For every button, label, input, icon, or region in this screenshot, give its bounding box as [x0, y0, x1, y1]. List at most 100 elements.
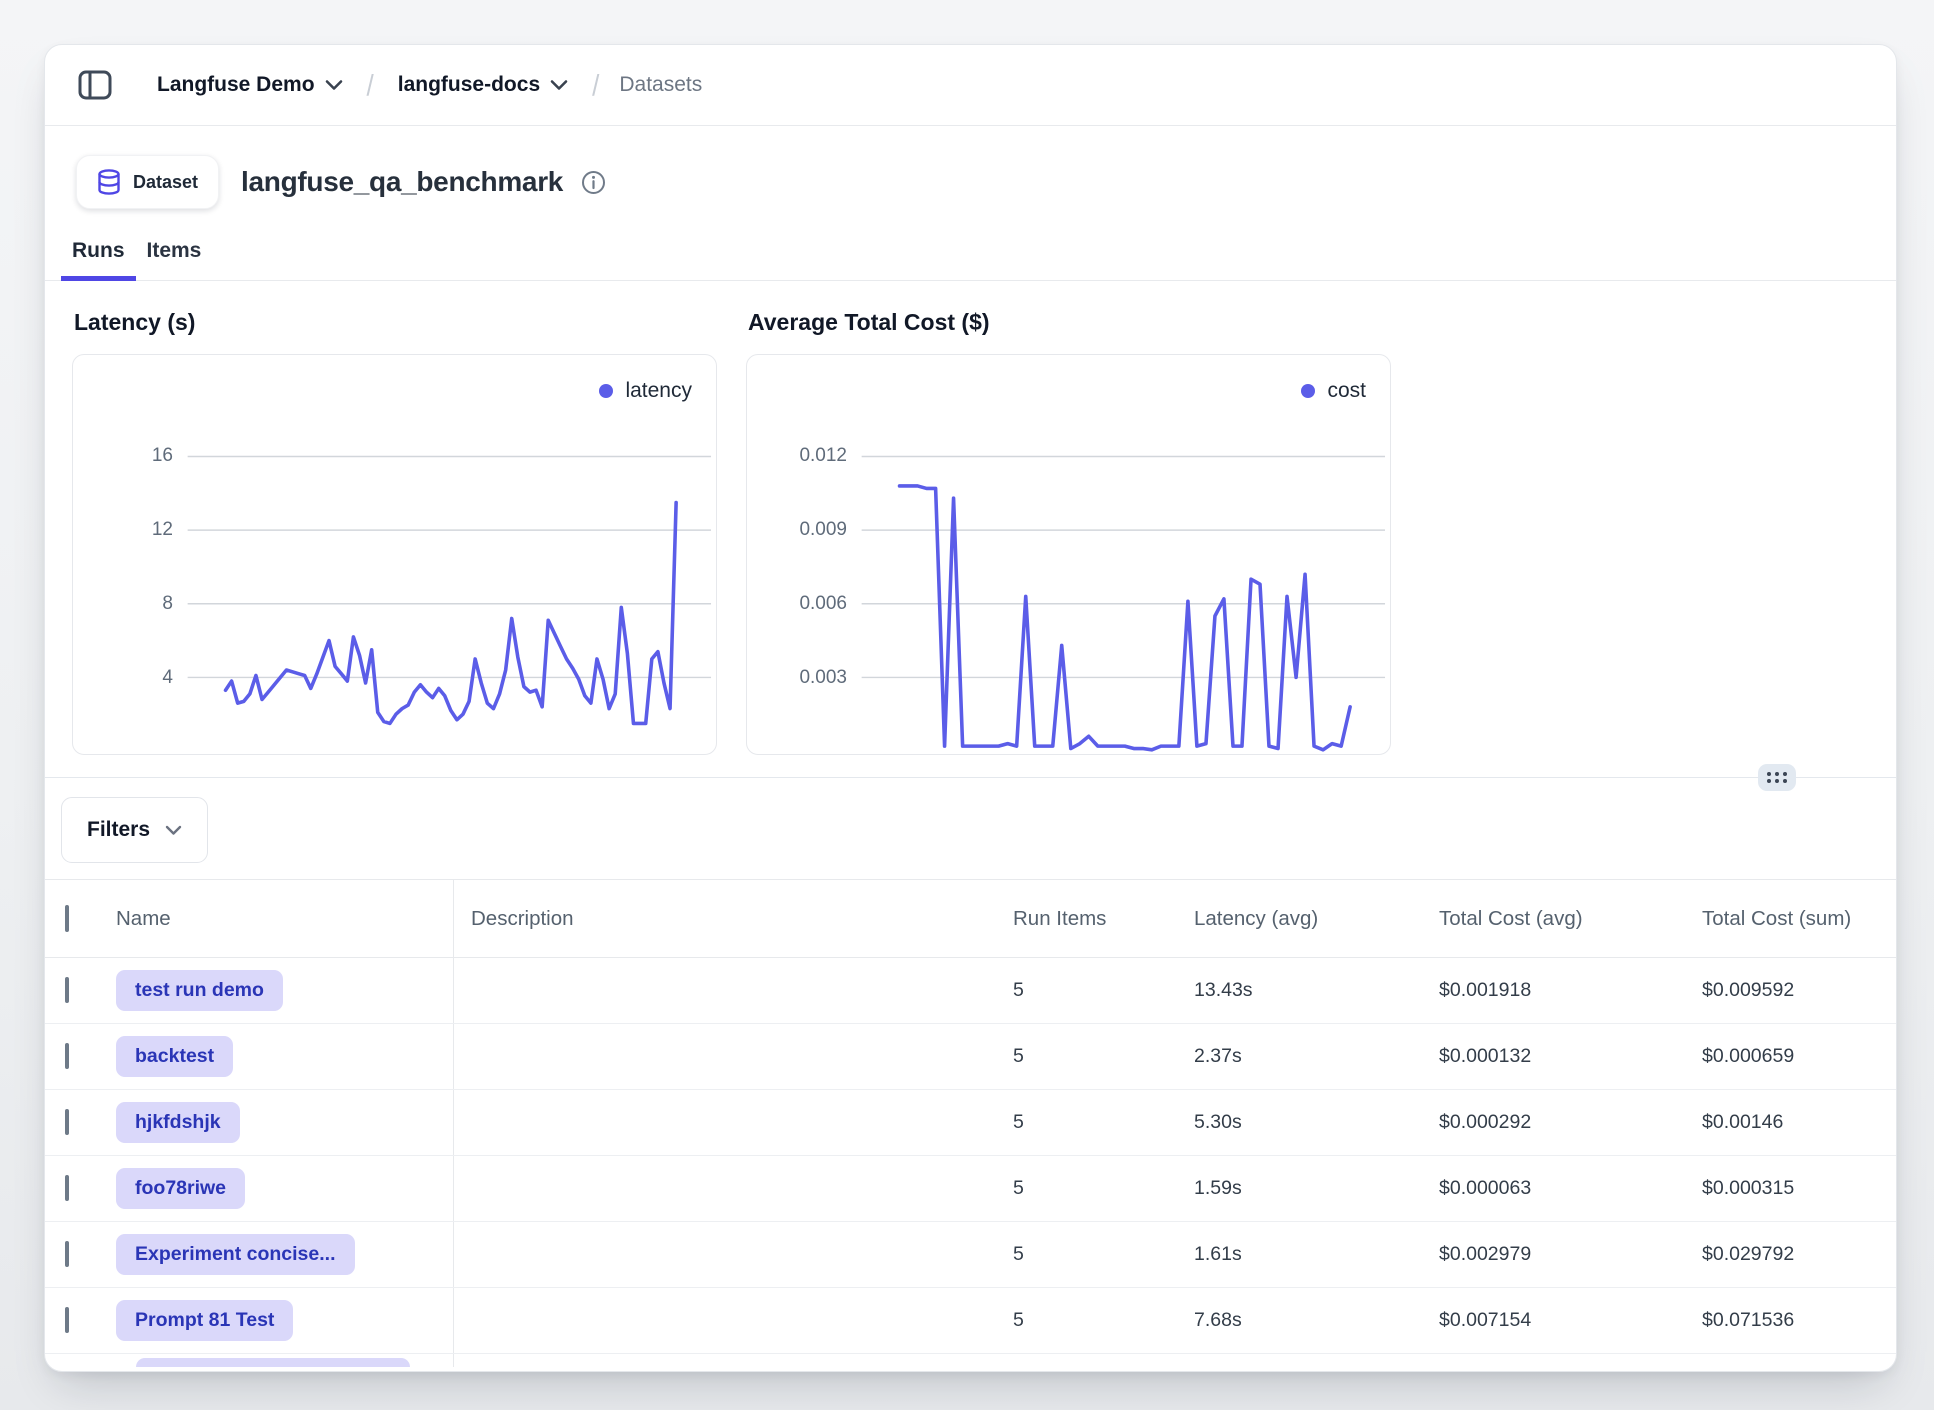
breadcrumb: Langfuse Demo / langfuse-docs / Datasets [153, 67, 702, 103]
runs-table: Name Description Run Items Latency (avg)… [45, 879, 1896, 1367]
run-items-cell: 5 [1013, 1243, 1194, 1266]
breadcrumb-environment-button[interactable]: langfuse-docs [394, 67, 572, 103]
legend-dot-icon [1301, 384, 1315, 398]
legend-label: cost [1327, 379, 1366, 403]
total-cost-avg-cell: $0.000063 [1439, 1177, 1702, 1200]
filters-button-label: Filters [87, 818, 150, 842]
badge-label: Dataset [133, 172, 198, 193]
breadcrumb-project-button[interactable]: Langfuse Demo [153, 67, 347, 103]
cost-chart-legend: cost [1301, 379, 1366, 403]
y-axis-tick-label: 12 [73, 519, 173, 541]
cost-chart-block: Average Total Cost ($) cost 0.0120.0090.… [746, 309, 1391, 755]
description-cell [453, 1288, 1013, 1353]
y-axis-tick-label: 0.003 [747, 667, 847, 689]
cost-chart: cost 0.012 0.009 0.006 0.003 [746, 354, 1391, 755]
y-axis-tick-label: 0.009 [747, 519, 847, 541]
latency-avg-cell: 2.37s [1194, 1045, 1439, 1068]
latency-chart-legend: latency [599, 379, 692, 403]
legend-dot-icon [599, 384, 613, 398]
charts-section: Latency (s) latency 161284 Average Total… [45, 281, 1896, 755]
sidebar-toggle-button[interactable] [75, 65, 115, 105]
row-checkbox[interactable] [65, 1043, 69, 1069]
latency-chart-title: Latency (s) [74, 309, 717, 336]
row-checkbox[interactable] [65, 977, 69, 1003]
latency-chart-block: Latency (s) latency 16 12 8 4 [72, 309, 717, 755]
row-checkbox[interactable] [65, 1109, 69, 1135]
table-row: Prompt 81 Test 57.68s$0.007154$0.071536 [45, 1288, 1896, 1354]
chart-canvas [73, 355, 716, 754]
tab-items-label: Items [147, 239, 202, 262]
dataset-type-badge: Dataset [76, 155, 219, 209]
row-checkbox[interactable] [65, 1307, 69, 1333]
total-cost-sum-cell: $0.029792 [1702, 1243, 1896, 1266]
description-cell [453, 958, 1013, 1023]
panel-left-icon [78, 70, 112, 100]
row-checkbox[interactable] [65, 1175, 69, 1201]
y-axis-tick-label: 4 [73, 667, 173, 689]
description-cell [453, 1222, 1013, 1287]
latency-avg-cell: 13.43s [1194, 979, 1439, 1002]
table-row: backtest52.37s$0.000132$0.000659 [45, 1024, 1896, 1090]
y-axis-tick-label: 16 [73, 445, 173, 467]
table-row: foo78riwe51.59s$0.000063$0.000315 [45, 1156, 1896, 1222]
page-title: langfuse_qa_benchmark [241, 166, 563, 198]
filters-row: Filters [61, 797, 1896, 863]
total-cost-avg-cell: $0.007154 [1439, 1309, 1702, 1332]
table-header-row: Name Description Run Items Latency (avg)… [45, 880, 1896, 958]
run-items-cell: 5 [1013, 1045, 1194, 1068]
total-cost-avg-cell: $0.000132 [1439, 1045, 1702, 1068]
table-body: test run demo513.43s$0.001918$0.009592ba… [45, 958, 1896, 1354]
resize-handle[interactable] [1758, 764, 1796, 791]
run-items-cell: 5 [1013, 1309, 1194, 1332]
y-axis-tick-label: 0.012 [747, 445, 847, 467]
page-header: Dataset langfuse_qa_benchmark [76, 151, 1865, 213]
column-header-description: Description [453, 880, 1013, 957]
filters-button[interactable]: Filters [61, 797, 208, 863]
tab-bar: Runs Items [45, 231, 1896, 281]
column-header-total-cost-avg: Total Cost (avg) [1439, 907, 1702, 931]
column-header-latency-avg: Latency (avg) [1194, 907, 1439, 931]
row-checkbox[interactable] [65, 1241, 69, 1267]
info-icon[interactable] [581, 170, 606, 195]
column-header-run-items: Run Items [1013, 907, 1194, 931]
latency-avg-cell: 7.68s [1194, 1309, 1439, 1332]
legend-label: latency [625, 379, 692, 403]
run-name-badge[interactable]: foo78riwe [116, 1168, 245, 1209]
select-all-checkbox[interactable] [65, 905, 69, 932]
run-items-cell: 5 [1013, 1177, 1194, 1200]
column-header-name: Name [109, 907, 453, 931]
run-name-badge[interactable]: backtest [116, 1036, 233, 1077]
total-cost-sum-cell: $0.00146 [1702, 1111, 1896, 1134]
total-cost-avg-cell: $0.000292 [1439, 1111, 1702, 1134]
y-axis-tick-label: 0.006 [747, 593, 847, 615]
chart-canvas [747, 355, 1390, 754]
tab-items[interactable]: Items [136, 231, 213, 280]
tab-runs[interactable]: Runs [61, 231, 136, 280]
environment-name: langfuse-docs [398, 73, 540, 97]
chevron-down-icon [550, 79, 568, 91]
run-name-badge[interactable]: Experiment concise... [116, 1234, 355, 1275]
run-name-badge[interactable]: Prompt 81 Test [116, 1300, 293, 1341]
latency-chart: latency 16 12 8 4 [72, 354, 717, 755]
run-name-badge[interactable]: test run demo [116, 970, 283, 1011]
total-cost-sum-cell: $0.071536 [1702, 1309, 1896, 1332]
tab-runs-label: Runs [72, 239, 125, 262]
total-cost-avg-cell: $0.001918 [1439, 979, 1702, 1002]
chevron-down-icon [325, 79, 343, 91]
description-cell [453, 1156, 1013, 1221]
latency-avg-cell: 1.61s [1194, 1243, 1439, 1266]
total-cost-sum-cell: $0.009592 [1702, 979, 1896, 1002]
project-name: Langfuse Demo [157, 73, 315, 97]
column-header-total-cost-sum: Total Cost (sum) [1702, 907, 1896, 931]
chevron-down-icon [165, 825, 182, 836]
total-cost-sum-cell: $0.000315 [1702, 1177, 1896, 1200]
top-bar: Langfuse Demo / langfuse-docs / Datasets [45, 45, 1896, 126]
run-name-badge[interactable]: hjkfdshjk [116, 1102, 240, 1143]
run-items-cell: 5 [1013, 979, 1194, 1002]
run-name-badge-partial[interactable] [136, 1358, 410, 1367]
y-axis-tick-label: 8 [73, 593, 173, 615]
column-divider [453, 1354, 454, 1367]
database-icon [97, 169, 121, 195]
breadcrumb-current-page[interactable]: Datasets [619, 73, 702, 97]
table-row-partial [45, 1354, 1896, 1367]
